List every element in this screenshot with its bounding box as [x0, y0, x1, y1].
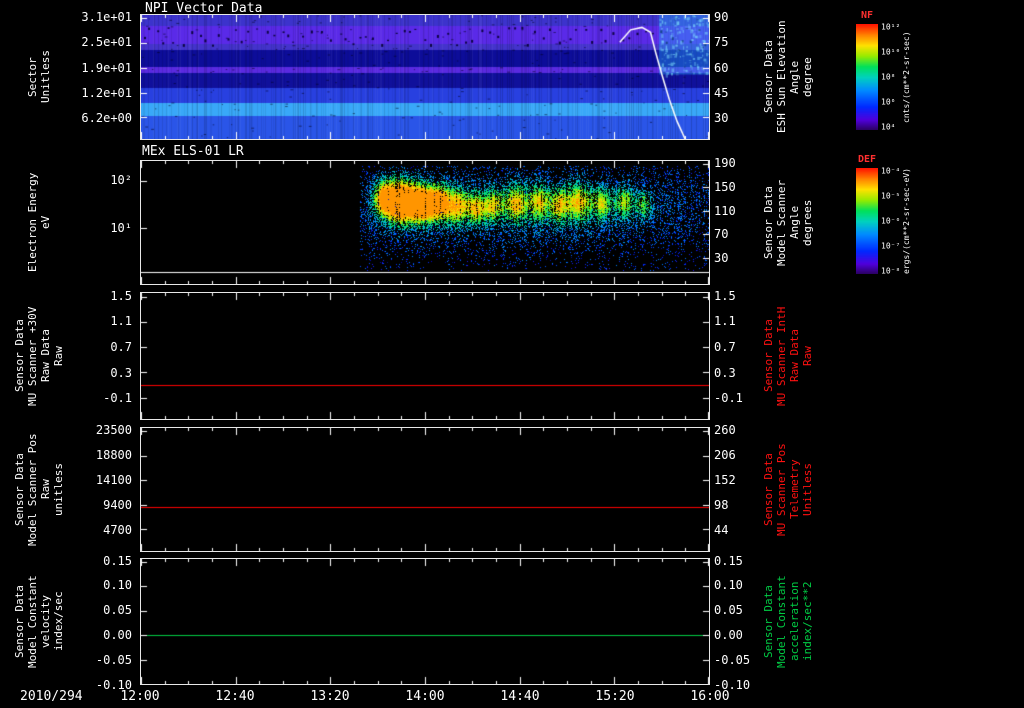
tick-label: 45	[714, 85, 729, 100]
tick-label: 23500	[95, 423, 132, 438]
panel3-plot-area	[140, 292, 710, 420]
panel5-right-axis-label: Sensor Data Model Constant acceleration ind…	[750, 558, 828, 685]
tick-label: -0.1	[714, 391, 743, 406]
tick-label: 44	[714, 523, 729, 538]
x-tick-label: 15:20	[595, 689, 635, 704]
panel1-left-tick-labels: 3.1e+01 2.5e+01 1.9e+01 1.2e+01 6.2e+00	[50, 10, 136, 140]
tick-label: 1.1	[714, 314, 736, 329]
tick-label: 0.05	[103, 603, 132, 618]
panel3-right-axis-label: Sensor Data MU Scanner IntH Raw Data Raw	[750, 292, 828, 420]
tick-label: 10⁻⁴	[881, 166, 901, 176]
colorbar-nf-title: NF	[860, 10, 874, 21]
tick-label: 1.1	[110, 314, 132, 329]
axis-label-line: Raw	[801, 346, 814, 366]
colorbar-nf-gradient	[856, 24, 878, 130]
x-tick-label: 14:00	[405, 689, 445, 704]
axis-label-line: degree	[801, 57, 814, 97]
tick-label: 1.5	[714, 288, 736, 303]
tick-label: 0.05	[714, 603, 743, 618]
panel5-plot-area	[140, 558, 710, 685]
tick-label: 9400	[103, 498, 132, 513]
tick-label: 10⁻⁸	[881, 266, 901, 276]
tick-label: 10²	[110, 173, 132, 187]
tick-label: -0.05	[714, 653, 751, 668]
tick-label: 60	[714, 60, 729, 75]
x-tick-label: 12:40	[215, 689, 255, 704]
panel5-line-canvas	[141, 559, 709, 684]
tick-label: 10⁻⁵	[881, 191, 901, 201]
panel4-right-axis-label: Sensor Data MU Scanner Pos Telemetry Unitle…	[750, 427, 828, 552]
tick-label: 10¹	[110, 221, 132, 236]
axis-label-line: degrees	[801, 199, 814, 246]
tick-label: 10⁶	[881, 97, 896, 107]
tick-label: 10¹²	[881, 22, 901, 32]
tick-label: 152	[714, 473, 736, 488]
tick-label: 10⁻⁶	[881, 216, 901, 226]
panel5-left-tick-labels: 0.15 0.10 0.05 0.00 -0.05 -0.10	[50, 553, 136, 691]
panel3-line-canvas	[141, 293, 709, 419]
tick-label: 0.3	[110, 365, 132, 380]
tick-label: 0.7	[714, 340, 736, 355]
tick-label: 10⁸	[881, 72, 896, 82]
axis-label-line: index/sec**2	[801, 581, 814, 662]
tick-label: 0.10	[103, 578, 132, 593]
x-tick-label: 14:40	[500, 689, 540, 704]
tick-label: -0.05	[95, 653, 132, 668]
panel4-left-tick-labels: 23500 18800 14100 9400 4700	[50, 423, 136, 552]
tick-label: 0.15	[103, 553, 132, 568]
x-tick-label: 16:00	[690, 689, 730, 704]
tick-label: 0.3	[714, 365, 736, 380]
tick-label: 0.7	[110, 340, 132, 355]
panel1-right-axis-label: Sensor Data ESH Sun Elevation Angle degree	[750, 14, 828, 140]
tick-label: 110	[714, 203, 736, 218]
tick-label: 2.5e+01	[81, 35, 132, 50]
panel1-plot-area	[140, 14, 710, 140]
tick-label: 6.2e+00	[81, 110, 132, 125]
tick-label: 1.9e+01	[81, 60, 132, 75]
tick-label: 14100	[95, 473, 132, 488]
tick-label: 260	[714, 423, 736, 438]
panel4-line-canvas	[141, 428, 709, 551]
panel2-plot-area	[140, 160, 710, 285]
panel4-plot-area	[140, 427, 710, 552]
tick-label: 150	[714, 179, 736, 194]
date-label: 2010/294	[20, 689, 83, 704]
tick-label: 3.1e+01	[81, 10, 132, 25]
tick-label: 190	[714, 156, 736, 171]
tick-label: 0.00	[714, 628, 743, 643]
colorbar-def-title: DEF	[857, 154, 877, 165]
x-tick-label: 13:20	[310, 689, 350, 704]
tick-label: -0.1	[103, 391, 132, 406]
panel2-left-tick-labels: 10² 10¹	[50, 160, 136, 285]
tick-label: 18800	[95, 448, 132, 463]
panel3-left-tick-labels: 1.5 1.1 0.7 0.3 -0.1	[50, 288, 136, 420]
x-tick-label: 12:00	[120, 689, 160, 704]
tick-label: 10⁻⁷	[881, 241, 901, 251]
tick-label: 10¹⁰	[881, 47, 901, 57]
tick-label: 1.5	[110, 288, 132, 303]
panel1-spectrogram-canvas	[141, 15, 709, 139]
tick-label: 70	[714, 227, 729, 242]
tick-label: 30	[714, 251, 729, 266]
tick-label: 98	[714, 498, 729, 513]
tick-label: 30	[714, 110, 729, 125]
tick-label: 0.15	[714, 553, 743, 568]
tick-label: 90	[714, 10, 729, 25]
plot-page: NPI Vector Data MEx ELS-01 LR Sector Unit…	[0, 0, 1024, 708]
colorbar-def-gradient	[856, 168, 878, 274]
tick-label: 0.10	[714, 578, 743, 593]
tick-label: 0.00	[103, 628, 132, 643]
colorbar-nf-units: cnts/(cm**2-sr-sec)	[902, 31, 911, 123]
colorbar-def-units: ergs/(cm**2-sr-sec-eV)	[902, 168, 911, 274]
panel2-spectrogram-canvas	[141, 161, 709, 284]
tick-label: 206	[714, 448, 736, 463]
tick-label: 75	[714, 35, 729, 50]
tick-label: 10⁴	[881, 122, 896, 132]
panel2-right-axis-label: Sensor Data Model Scanner Angle degrees	[750, 160, 828, 285]
panel2-title: MEx ELS-01 LR	[142, 144, 244, 159]
tick-label: 4700	[103, 523, 132, 538]
tick-label: 1.2e+01	[81, 85, 132, 100]
axis-label-line: Unitless	[801, 463, 814, 516]
